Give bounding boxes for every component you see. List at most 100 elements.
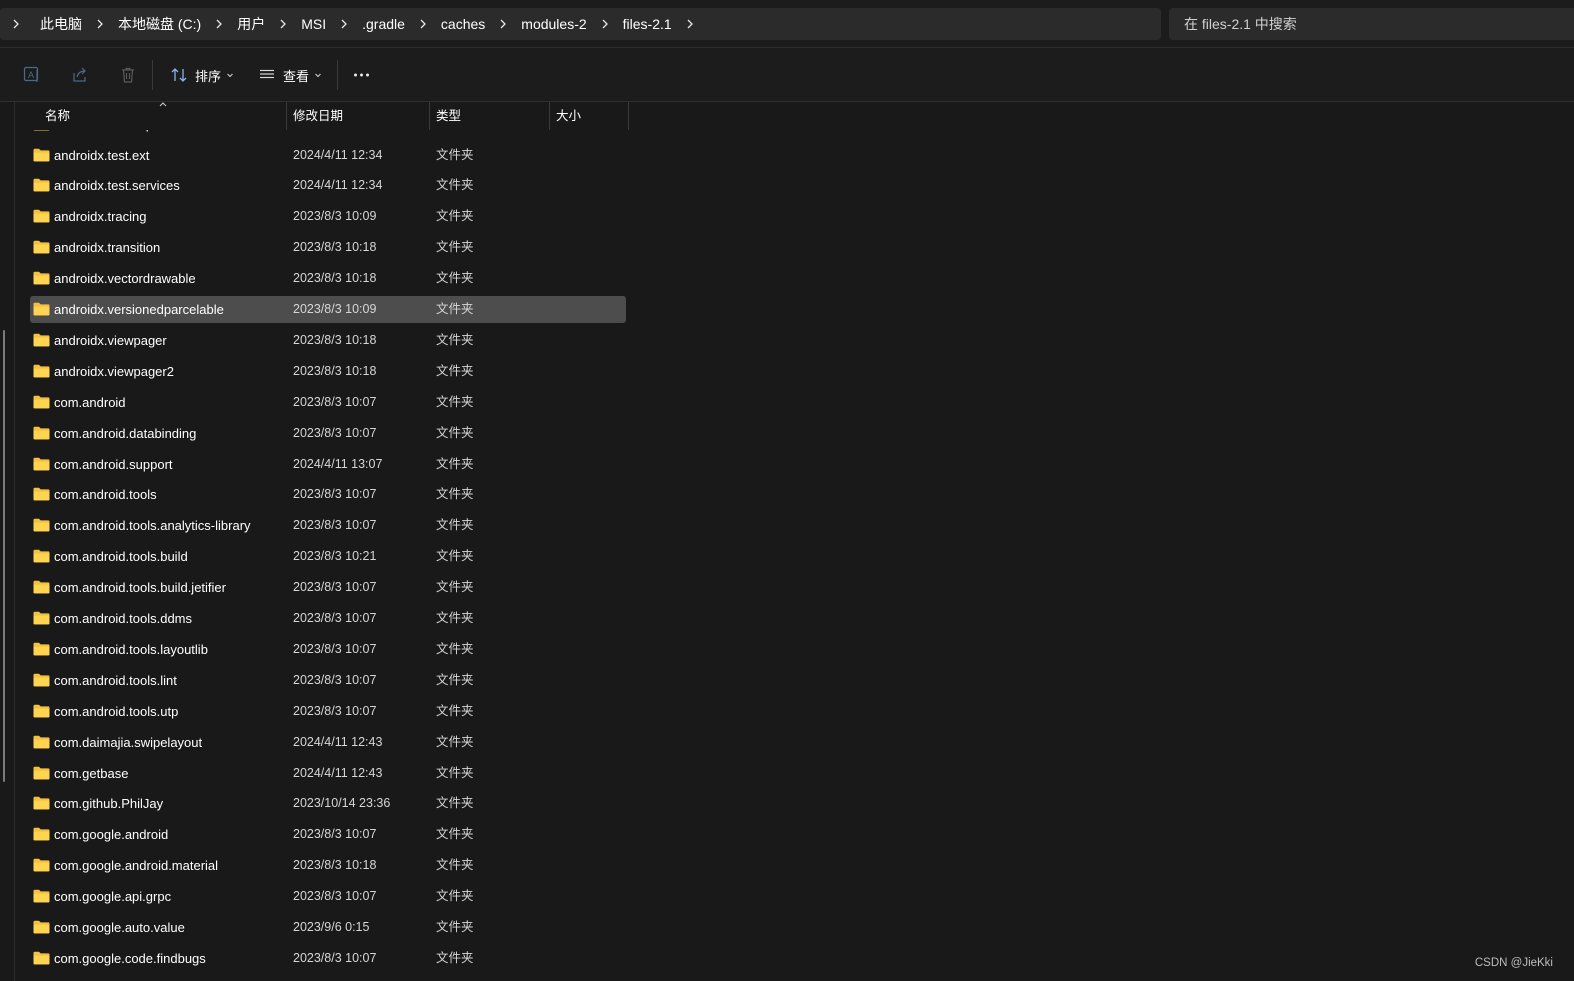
folder-icon [33, 889, 50, 908]
file-type: 文件夹 [436, 765, 474, 780]
address-row: 此电脑 本地磁盘 (C:) 用户 MSI .gradle caches modules-2 f… [0, 0, 1574, 47]
view-button[interactable]: 查看 [258, 63, 323, 87]
file-type: 文件夹 [436, 889, 474, 904]
chevron-right-icon[interactable] [682, 18, 698, 30]
folder-icon [33, 766, 50, 785]
file-name: androidx.versionedparcelable [54, 302, 224, 317]
file-row[interactable]: com.google.android.material 2023/8/3 10:1… [30, 852, 626, 879]
column-separator[interactable] [286, 102, 287, 130]
file-row[interactable]: com.daimajia.swipelayout 2024/4/11 12:43 文… [30, 729, 626, 756]
file-row[interactable]: com.google.auto.value 2023/9/6 0:15 文件夹 [30, 914, 626, 941]
chevron-right-icon[interactable] [336, 18, 352, 30]
file-type: 文件夹 [436, 271, 474, 286]
navigation-pane-scrollbar[interactable] [3, 330, 5, 782]
file-row[interactable]: androidx.test.services 2024/4/11 12:34 文件夹 [30, 172, 626, 199]
breadcrumb-item[interactable]: .gradle [360, 16, 407, 32]
folder-icon [33, 611, 50, 630]
file-modified-date: 2023/9/6 0:15 [293, 920, 370, 934]
sort-button[interactable]: 排序 [170, 63, 235, 87]
file-row[interactable]: com.android.tools 2023/8/3 10:07 文件夹 [30, 481, 626, 508]
file-row[interactable]: com.android.tools.layoutlib 2023/8/3 10:0… [30, 636, 626, 663]
chevron-right-icon[interactable] [415, 18, 431, 30]
file-modified-date: 2023/8/3 10:09 [293, 209, 377, 224]
file-row[interactable]: com.getbase 2024/4/11 12:43 文件夹 [30, 760, 626, 787]
file-row[interactable]: com.google.android 2023/8/3 10:07 文件夹 [30, 821, 626, 848]
file-type: 文件夹 [436, 549, 474, 564]
file-row[interactable]: com.android.tools.build 2023/8/3 10:21 文件夹 [30, 543, 626, 570]
file-type: 文件夹 [436, 734, 474, 749]
breadcrumb-item[interactable]: 用户 [235, 14, 267, 34]
delete-button[interactable] [118, 63, 138, 87]
file-row[interactable]: com.android.tools.lint 2023/8/3 10:07 文件夹 [30, 667, 626, 694]
file-type: 文件夹 [436, 147, 474, 162]
file-name: com.android.tools.ddms [54, 611, 193, 626]
file-name: com.github.PhilJay [54, 796, 164, 812]
column-separator[interactable] [628, 102, 629, 130]
file-modified-date: 2023/8/3 10:07 [293, 641, 377, 656]
file-row[interactable]: com.google.code.findbugs 2023/8/3 10:07 文件… [30, 945, 626, 972]
column-separator[interactable] [429, 102, 430, 130]
folder-icon [33, 457, 50, 476]
column-modified[interactable]: 修改日期 [293, 102, 343, 130]
file-row[interactable]: androidx.viewpager2 2023/8/3 10:18 文件夹 [30, 358, 626, 385]
folder-icon [33, 364, 50, 383]
file-row[interactable]: com.android.support 2024/4/11 13:07 文件夹 [30, 451, 626, 478]
folder-icon [33, 240, 50, 259]
breadcrumb-item[interactable]: 此电脑 [38, 14, 84, 34]
file-modified-date: 2023/8/3 10:07 [293, 425, 377, 440]
more-options-button[interactable] [352, 63, 372, 87]
file-modified-date: 2023/8/3 10:07 [293, 703, 377, 718]
folder-icon [33, 178, 50, 197]
file-row[interactable]: com.android 2023/8/3 10:07 文件夹 [30, 389, 626, 416]
search-box[interactable]: 在 files-2.1 中搜索 [1169, 8, 1574, 40]
file-row[interactable]: com.android.tools.ddms 2023/8/3 10:07 文件夹 [30, 605, 626, 632]
file-modified-date: 2023/8/3 10:07 [293, 518, 377, 533]
chevron-right-icon[interactable] [597, 18, 613, 30]
column-name[interactable]: 名称 [45, 102, 70, 130]
file-row[interactable]: com.google.api.grpc 2023/8/3 10:07 文件夹 [30, 883, 626, 910]
chevron-right-icon[interactable] [92, 18, 108, 30]
chevron-right-icon[interactable] [8, 18, 24, 30]
chevron-right-icon[interactable] [211, 18, 227, 30]
file-name: androidx.viewpager [54, 332, 167, 348]
rename-button[interactable]: A [22, 63, 42, 87]
file-name: androidx.test.ext [54, 147, 150, 163]
file-name: com.android [54, 394, 126, 410]
file-row[interactable]: androidx.viewpager 2023/8/3 10:18 文件夹 [30, 327, 626, 354]
chevron-right-icon[interactable] [275, 18, 291, 30]
breadcrumb-item[interactable]: 本地磁盘 (C:) [116, 14, 203, 34]
file-name: com.android.tools.utp [54, 703, 179, 719]
column-type[interactable]: 类型 [436, 102, 461, 130]
file-row[interactable]: com.android.databinding 2023/8/3 10:07 文件夹 [30, 420, 626, 447]
toolbar-separator [152, 60, 153, 90]
breadcrumb-item[interactable]: files-2.1 [621, 16, 674, 32]
chevron-right-icon[interactable] [495, 18, 511, 30]
file-row[interactable]: androidx.transition 2023/8/3 10:18 文件夹 [30, 234, 626, 261]
address-bar[interactable]: 此电脑 本地磁盘 (C:) 用户 MSI .gradle caches modules-2 f… [0, 8, 1161, 40]
file-row[interactable]: com.android.tools.analytics-library 2023/… [30, 512, 626, 539]
file-row[interactable]: androidx.vectordrawable 2023/8/3 10:18 文件夹 [30, 265, 626, 292]
file-modified-date: 2023/8/3 10:07 [293, 672, 377, 687]
file-name: androidx.test.services [54, 178, 180, 194]
file-type: 文件夹 [436, 950, 474, 965]
file-type: 文件夹 [436, 425, 474, 440]
file-row[interactable]: androidx.test.ext 2024/4/11 12:34 文件夹 [30, 142, 626, 169]
share-button[interactable] [70, 63, 90, 87]
chevron-down-icon [227, 73, 233, 78]
file-name: com.daimajia.swipelayout [54, 734, 203, 750]
file-type: 文件夹 [436, 332, 474, 347]
file-type: 文件夹 [436, 302, 474, 316]
file-row[interactable]: com.github.PhilJay 2023/10/14 23:36 文件夹 [30, 790, 626, 817]
file-row[interactable]: androidx.tracing 2023/8/3 10:09 文件夹 [30, 203, 626, 230]
file-name: com.android.tools.layoutlib [54, 641, 208, 657]
breadcrumb-item[interactable]: caches [439, 16, 487, 32]
breadcrumb-item[interactable]: MSI [299, 16, 328, 32]
folder-icon [33, 796, 50, 815]
file-row[interactable]: androidx.versionedparcelable 2023/8/3 10:… [30, 296, 626, 323]
file-row[interactable]: com.android.tools.utp 2023/8/3 10:07 文件夹 [30, 698, 626, 725]
folder-icon [33, 518, 50, 537]
column-size[interactable]: 大小 [556, 102, 581, 130]
file-row[interactable]: com.android.tools.build.jetifier 2023/8/3… [30, 574, 626, 601]
column-separator[interactable] [549, 102, 550, 130]
breadcrumb-item[interactable]: modules-2 [519, 16, 588, 32]
